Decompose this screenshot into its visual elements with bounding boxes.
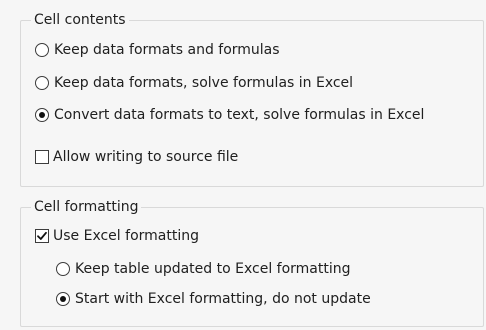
checkbox-label: Allow writing to source file [53,149,239,165]
radio-label: Start with Excel formatting, do not upda… [75,291,371,307]
radio-button-icon [35,76,49,90]
cell-formatting-title: Cell formatting [31,197,142,217]
checkbox-label: Use Excel formatting [53,228,199,244]
radio-button-icon [56,262,70,276]
radio-keep-table-updated[interactable]: Keep table updated to Excel formatting [56,260,351,278]
radio-button-selected-icon [56,292,70,306]
checkmark-icon [37,231,47,240]
radio-label: Keep table updated to Excel formatting [75,261,351,277]
radio-label: Keep data formats and formulas [54,42,280,58]
checkbox-checked-icon [35,229,49,243]
checkbox-use-excel-formatting[interactable]: Use Excel formatting [35,227,199,245]
radio-keep-data-formats-solve-formulas[interactable]: Keep data formats, solve formulas in Exc… [35,74,353,92]
checkbox-allow-writing-to-source-file[interactable]: Allow writing to source file [35,148,238,166]
radio-label: Convert data formats to text, solve form… [54,107,425,123]
checkbox-unchecked-icon [35,150,49,164]
radio-keep-data-formats-and-formulas[interactable]: Keep data formats and formulas [35,41,280,59]
export-options-panel: Cell contents Keep data formats and form… [0,0,486,330]
radio-button-selected-icon [35,108,49,122]
radio-convert-data-formats-to-text[interactable]: Convert data formats to text, solve form… [35,106,424,124]
radio-button-icon [35,43,49,57]
cell-contents-title: Cell contents [31,10,129,30]
radio-start-with-excel-formatting[interactable]: Start with Excel formatting, do not upda… [56,290,371,308]
radio-label: Keep data formats, solve formulas in Exc… [54,75,354,91]
